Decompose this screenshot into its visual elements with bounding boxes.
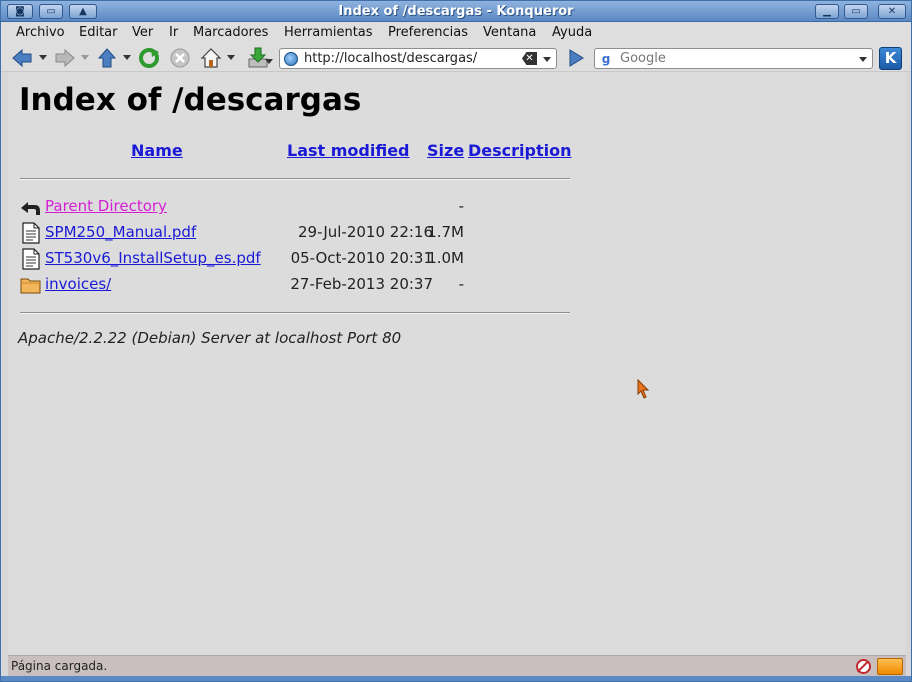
search-input[interactable]: Google xyxy=(620,51,666,66)
row-last-modified: 27-Feb-2013 20:37 xyxy=(290,275,433,293)
row-size: - xyxy=(458,197,464,215)
back-history-dropdown-icon[interactable] xyxy=(39,55,47,60)
home-dropdown-icon[interactable] xyxy=(227,55,235,60)
clear-location-icon[interactable]: ✕ xyxy=(522,52,537,65)
menu-archivo[interactable]: Archivo xyxy=(16,25,65,40)
adblock-icon[interactable] xyxy=(856,659,871,674)
status-bar: Página cargada. xyxy=(8,655,906,676)
search-bar[interactable]: g Google xyxy=(594,48,873,69)
rss-feed-icon[interactable] xyxy=(877,658,903,675)
window-frame-left xyxy=(1,22,8,681)
row-size: - xyxy=(458,275,464,293)
download-manager-icon[interactable] xyxy=(247,47,269,69)
menu-preferencias[interactable]: Preferencias xyxy=(388,25,468,40)
sort-by-description-link[interactable]: Description xyxy=(468,141,571,160)
table-row: Parent Directory - xyxy=(20,194,580,218)
close-icon: ✕ xyxy=(887,6,897,17)
table-row: SPM250_Manual.pdf 29-Jul-2010 22:16 1.7M xyxy=(20,220,580,244)
location-bar[interactable]: http://localhost/descargas/ ✕ xyxy=(279,48,557,69)
folder-icon xyxy=(20,278,41,294)
page-title: Index of /descargas xyxy=(19,82,362,118)
parent-directory-link[interactable]: Parent Directory xyxy=(45,197,167,215)
search-engine-dropdown-icon[interactable] xyxy=(859,57,867,62)
window-title: Index of /descargas - Konqueror xyxy=(338,4,574,19)
sort-by-name-link[interactable]: Name xyxy=(131,141,183,160)
menu-marcadores[interactable]: Marcadores xyxy=(193,25,268,40)
google-icon[interactable]: g xyxy=(599,52,613,66)
row-last-modified: 29-Jul-2010 22:16 xyxy=(297,223,433,241)
go-arrow-icon[interactable] xyxy=(565,47,587,69)
server-signature: Apache/2.2.22 (Debian) Server at localho… xyxy=(18,329,402,347)
row-last-modified: 05-Oct-2010 20:31 xyxy=(290,249,433,267)
close-button[interactable]: ✕ xyxy=(878,4,906,19)
table-row: ST530v6_InstallSetup_es.pdf 05-Oct-2010 … xyxy=(20,246,580,270)
forward-history-dropdown-icon[interactable] xyxy=(81,55,89,60)
up-dropdown-icon[interactable] xyxy=(123,55,131,60)
table-row: invoices/ 27-Feb-2013 20:37 - xyxy=(20,272,580,296)
url-input[interactable]: http://localhost/descargas/ xyxy=(304,51,477,66)
maximize-icon: ▭ xyxy=(851,6,861,17)
menu-ventana[interactable]: Ventana xyxy=(483,25,536,40)
page-content: Index of /descargas Name Last modified S… xyxy=(8,73,906,655)
maximize-button[interactable]: ▭ xyxy=(844,4,868,19)
window-frame-bottom xyxy=(1,676,911,681)
divider-top xyxy=(20,178,570,180)
row-size: 1.7M xyxy=(427,223,464,241)
menu-editar[interactable]: Editar xyxy=(79,25,118,40)
menu-ayuda[interactable]: Ayuda xyxy=(552,25,592,40)
stop-icon[interactable] xyxy=(169,47,191,69)
menu-ver[interactable]: Ver xyxy=(132,25,153,40)
sort-by-last-modified-link[interactable]: Last modified xyxy=(287,141,410,160)
menu-ir[interactable]: Ir xyxy=(169,25,178,40)
window-frame-right xyxy=(906,22,911,681)
up-arrow-icon[interactable] xyxy=(96,47,118,69)
folder-link[interactable]: invoices/ xyxy=(45,275,111,293)
status-text: Página cargada. xyxy=(11,659,108,673)
back-arrow-icon[interactable] xyxy=(11,47,33,69)
document-icon xyxy=(22,222,40,244)
mouse-cursor-icon xyxy=(637,379,650,399)
minimize-icon: ▁ xyxy=(823,6,831,17)
menu-bar: Archivo Editar Ver Ir Marcadores Herrami… xyxy=(1,22,911,44)
home-icon[interactable] xyxy=(200,47,222,69)
download-dropdown-icon[interactable] xyxy=(265,59,273,64)
document-icon xyxy=(22,248,40,270)
kde-logo-icon: K xyxy=(879,47,902,70)
row-size: 1.0M xyxy=(427,249,464,267)
reload-icon[interactable] xyxy=(138,47,160,69)
menu-herramientas[interactable]: Herramientas xyxy=(284,25,373,40)
globe-icon xyxy=(284,52,298,66)
file-link[interactable]: ST530v6_InstallSetup_es.pdf xyxy=(45,249,261,267)
minimize-button[interactable]: ▁ xyxy=(815,4,839,19)
divider-bottom xyxy=(20,312,570,314)
browser-window: ◙ ▭ ▲ Index of /descargas - Konqueror ▁ … xyxy=(0,0,912,682)
title-bar[interactable]: ◙ ▭ ▲ Index of /descargas - Konqueror ▁ … xyxy=(1,1,911,22)
location-history-dropdown-icon[interactable] xyxy=(543,57,551,62)
back-folder-icon xyxy=(21,202,40,215)
main-toolbar: http://localhost/descargas/ ✕ g Google K xyxy=(1,44,911,72)
forward-arrow-icon[interactable] xyxy=(54,47,76,69)
file-link[interactable]: SPM250_Manual.pdf xyxy=(45,223,196,241)
sort-by-size-link[interactable]: Size xyxy=(427,141,464,160)
